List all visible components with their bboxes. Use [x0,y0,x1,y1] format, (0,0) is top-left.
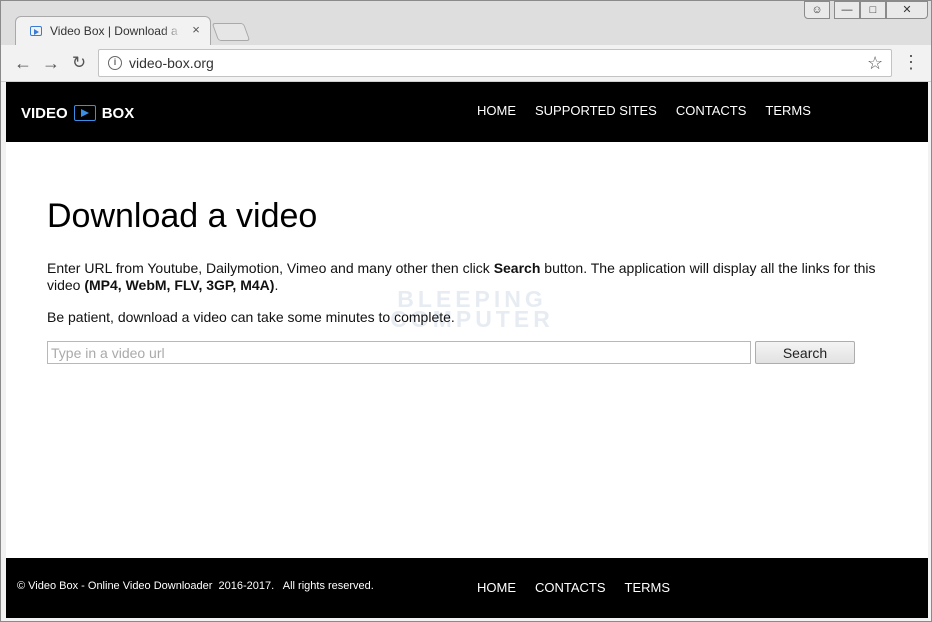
page-viewport: VIDEO BOX HOME SUPPORTED SITES CONTACTS … [6,82,928,618]
intro-formats: (MP4, WebM, FLV, 3GP, M4A) [84,277,275,293]
user-profile-icon[interactable]: ☺ [804,1,830,19]
close-window-icon[interactable]: ✕ [886,1,928,19]
minimize-icon[interactable]: — [834,1,860,19]
patience-text: Be patient, download a video can take so… [47,309,455,325]
intro-end: . [274,277,279,293]
tab-title: Video Box | Download a video [50,24,182,38]
main-content: Download a video Enter URL from Youtube,… [47,196,897,364]
nav-contacts[interactable]: CONTACTS [676,103,747,118]
main-nav: HOME SUPPORTED SITES CONTACTS TERMS [477,103,830,118]
intro-text: Enter URL from Youtube, Dailymotion, Vim… [47,260,897,294]
search-button[interactable]: Search [755,341,855,364]
tab-close-icon[interactable]: × [188,22,204,38]
logo-text-left: VIDEO [21,104,68,122]
browser-tab[interactable]: Video Box | Download a video × [15,16,211,46]
url-text[interactable]: video-box.org [129,55,214,71]
site-footer: © Video Box - Online Video Downloader 20… [6,558,928,618]
reload-icon[interactable]: ↻ [68,52,90,74]
video-url-input[interactable] [47,341,751,364]
nav-terms[interactable]: TERMS [765,103,811,118]
address-bar[interactable]: i video-box.org ☆ [98,49,892,77]
footer-nav-contacts[interactable]: CONTACTS [535,580,606,595]
footer-copyright: © Video Box - Online Video Downloader 20… [17,580,374,592]
footer-nav-terms[interactable]: TERMS [625,580,671,595]
footer-nav: HOME CONTACTS TERMS [477,580,689,595]
title-bar: Video Box | Download a video × ☺ — □ ✕ [1,1,931,46]
browser-window: Video Box | Download a video × ☺ — □ ✕ ←… [0,0,932,622]
site-logo[interactable]: VIDEO BOX [21,103,134,123]
forward-arrow-icon[interactable]: → [40,52,62,74]
nav-home[interactable]: HOME [477,103,516,118]
maximize-icon[interactable]: □ [860,1,886,19]
browser-toolbar: ← → ↻ i video-box.org ☆ ⋮ [1,45,931,82]
play-icon [73,105,96,121]
nav-supported-sites[interactable]: SUPPORTED SITES [535,103,657,118]
page-title: Download a video [47,197,318,235]
intro-search-word: Search [493,260,541,276]
logo-text-right: BOX [101,104,135,122]
footer-nav-home[interactable]: HOME [477,580,516,595]
site-header: VIDEO BOX HOME SUPPORTED SITES CONTACTS … [6,82,928,142]
video-favicon-icon [30,26,42,36]
site-info-icon[interactable]: i [108,56,122,70]
new-tab-button[interactable] [211,23,251,41]
bookmark-star-icon[interactable]: ☆ [867,53,883,73]
back-arrow-icon[interactable]: ← [12,52,34,74]
browser-menu-icon[interactable]: ⋮ [902,53,920,73]
intro-part-1: Enter URL from Youtube, Dailymotion, Vim… [47,260,494,276]
